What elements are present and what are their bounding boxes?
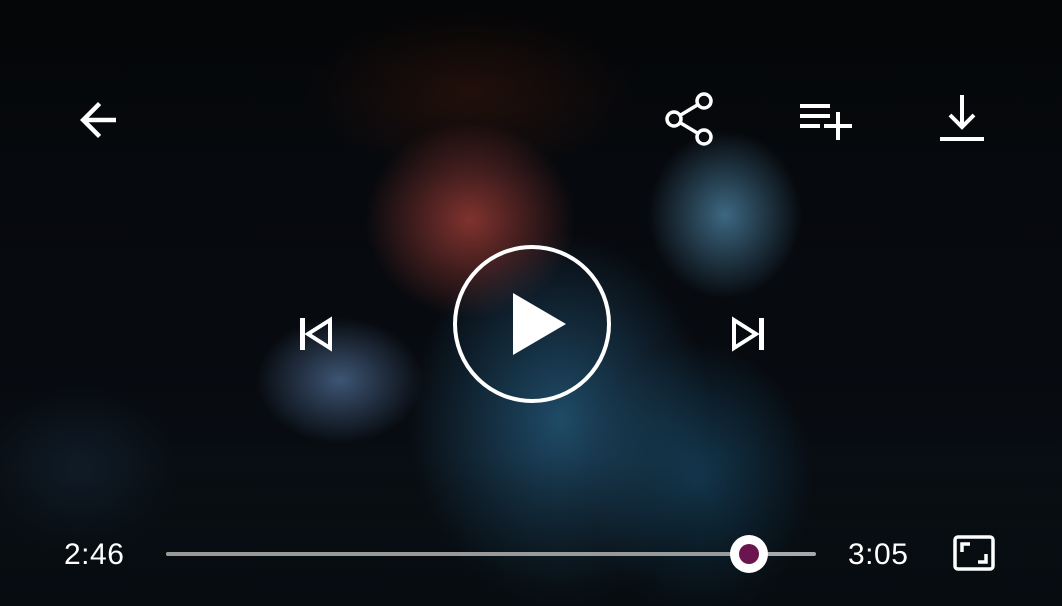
play-circle-icon (453, 245, 611, 403)
share-button[interactable] (658, 88, 720, 150)
seek-progress (166, 552, 750, 556)
playlist-add-icon (800, 104, 852, 140)
next-button[interactable] (720, 306, 776, 362)
fullscreen-button[interactable] (946, 530, 1002, 576)
add-to-queue-button[interactable] (792, 90, 860, 150)
play-button[interactable] (451, 243, 613, 405)
video-player[interactable]: 2:46 3:05 (0, 0, 1062, 606)
arrow-back-icon (80, 102, 116, 138)
seek-thumb[interactable] (730, 535, 769, 573)
skip-next-icon (732, 316, 764, 352)
fullscreen-icon (953, 535, 995, 571)
download-icon (940, 95, 984, 141)
current-time: 2:46 (64, 538, 125, 571)
seek-thumb-dot (739, 544, 760, 564)
share-icon (665, 92, 713, 146)
previous-button[interactable] (288, 306, 344, 362)
duration: 3:05 (848, 538, 909, 571)
back-button[interactable] (68, 90, 128, 150)
seek-bar[interactable] (166, 533, 816, 575)
download-button[interactable] (932, 88, 992, 150)
skip-previous-icon (300, 316, 332, 352)
